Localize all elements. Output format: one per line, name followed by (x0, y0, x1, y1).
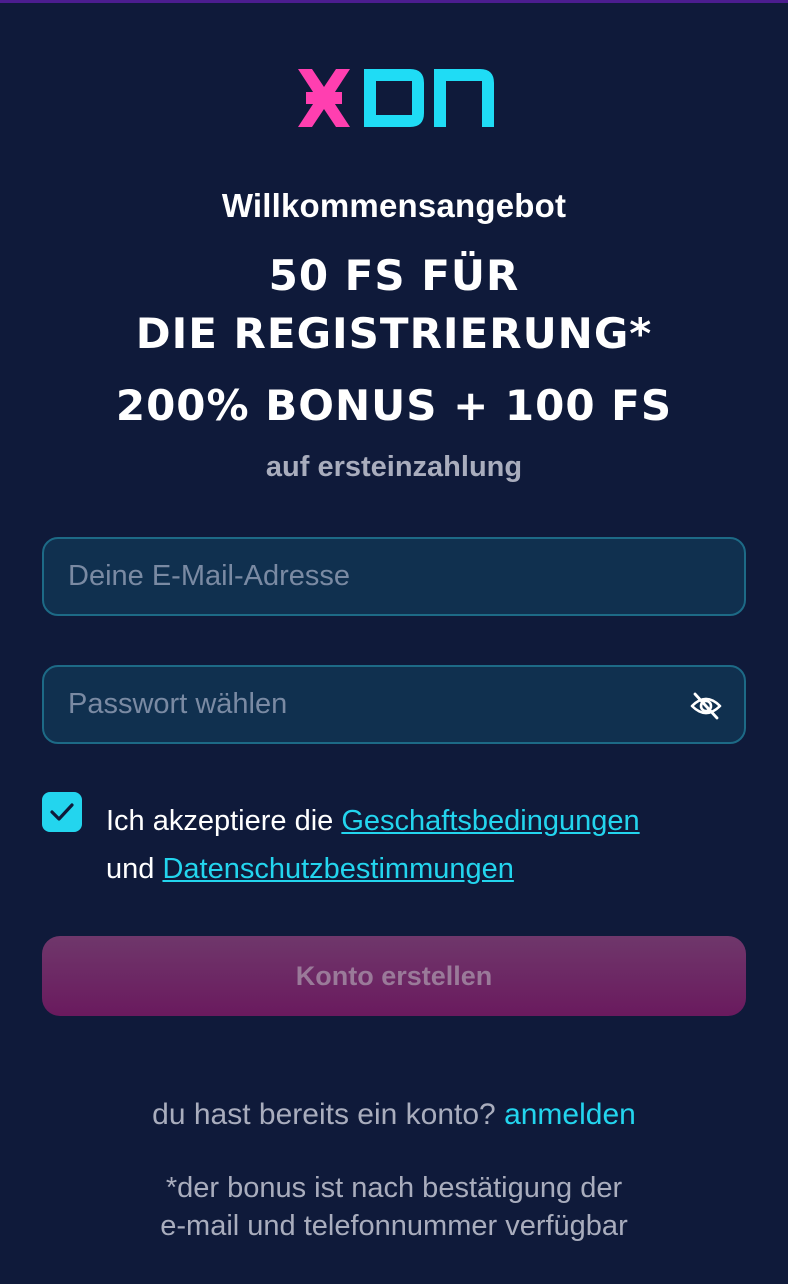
login-prompt-text: du hast bereits ein konto? (152, 1098, 505, 1131)
login-prompt: du hast bereits ein konto? anmelden (0, 1098, 788, 1132)
bonus-note: *der bonus ist nach bestätigung der e-ma… (0, 1169, 788, 1245)
consent-text: Ich akzeptiere die Geschaftsbedingungen … (106, 797, 756, 893)
bonus-note-line2: e-mail und telefonnummer verfügbar (160, 1210, 628, 1242)
offer-line-free-spins: 50 FS FÜR (268, 251, 520, 300)
offer-subline: auf ersteinzahlung (265, 451, 523, 483)
consent-prefix: Ich akzeptiere die (106, 805, 342, 837)
registration-page: Willkommensangebot 50 FS FÜR DIE REGISTR… (0, 0, 788, 1284)
offer-line-bonus: 200% BONUS + 100 FS (115, 381, 673, 430)
email-input[interactable] (68, 539, 688, 614)
password-field-container (42, 665, 746, 744)
terms-link[interactable]: Geschaftsbedingungen (341, 805, 639, 837)
create-account-button[interactable]: Konto erstellen (42, 936, 746, 1016)
offer-line-registration: DIE REGISTRIERUNG* (135, 309, 653, 358)
privacy-link[interactable]: Datenschutzbestimmungen (162, 853, 513, 885)
email-field-container (42, 537, 746, 616)
login-link[interactable]: anmelden (504, 1098, 636, 1131)
eye-off-icon[interactable] (690, 691, 722, 721)
bonus-note-line1: *der bonus ist nach bestätigung der (165, 1172, 623, 1204)
welcome-title: Willkommensangebot (221, 187, 567, 224)
password-input[interactable] (68, 667, 688, 742)
consent-checkbox[interactable] (42, 792, 82, 832)
xon-logo (298, 69, 494, 127)
consent-and: und (106, 853, 163, 885)
checkmark-icon (50, 803, 74, 821)
